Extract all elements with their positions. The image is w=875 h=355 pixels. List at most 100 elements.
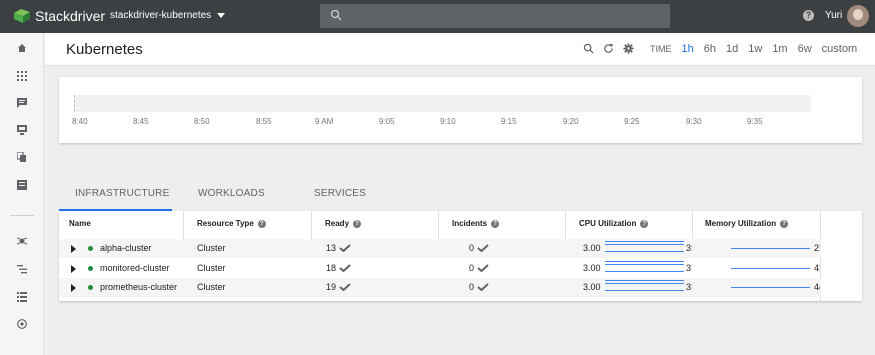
- chevron-down-icon: [217, 12, 226, 18]
- incidents-count: 0: [469, 263, 475, 273]
- help-icon[interactable]: ?: [491, 219, 500, 228]
- resource-type: Cluster: [197, 282, 226, 292]
- user-name[interactable]: Yuri: [825, 10, 842, 21]
- help-icon[interactable]: ?: [353, 219, 362, 228]
- settings-icon[interactable]: [14, 317, 30, 331]
- gear-icon[interactable]: [623, 43, 634, 54]
- avatar[interactable]: [847, 5, 869, 27]
- column-header-name[interactable]: Name: [69, 219, 91, 228]
- sidebar-divider: [10, 215, 34, 216]
- column-divider: [311, 211, 312, 239]
- timeline-tick: 9:25: [624, 117, 640, 126]
- time-range-1m[interactable]: 1m: [772, 43, 787, 55]
- logs-icon[interactable]: [14, 96, 30, 110]
- help-icon[interactable]: ?: [803, 10, 814, 21]
- memory-percent: 4!: [814, 263, 820, 273]
- cpu-sparkline: [605, 290, 684, 291]
- memory-percent: 2!: [814, 243, 820, 253]
- sidebar: [0, 33, 44, 355]
- cluster-name[interactable]: prometheus-cluster: [100, 282, 177, 292]
- timeline-tick: 8:55: [256, 117, 272, 126]
- time-range-1h[interactable]: 1h: [682, 43, 694, 55]
- expand-icon[interactable]: [71, 284, 76, 292]
- timeline-tick: 8:50: [194, 117, 210, 126]
- time-range-1d[interactable]: 1d: [726, 43, 738, 55]
- timeline-tick: 8:45: [133, 117, 149, 126]
- page-title: Kubernetes: [66, 41, 143, 58]
- resource-type: Cluster: [197, 243, 226, 253]
- column-header-label: Incidents: [452, 219, 488, 228]
- cpu-value: 3.00: [583, 282, 601, 292]
- time-range-custom[interactable]: custom: [822, 43, 857, 55]
- ready-count: 13: [326, 243, 337, 253]
- timeline-band[interactable]: [74, 95, 811, 112]
- timeline-start-marker: [74, 95, 75, 112]
- cpu-sparkline: [605, 280, 684, 284]
- timeline-tick: 9:30: [686, 117, 702, 126]
- copy-icon[interactable]: [14, 150, 30, 164]
- time-range-6h[interactable]: 6h: [704, 43, 716, 55]
- column-header-ready[interactable]: Ready?: [325, 219, 362, 228]
- column-header-cpu[interactable]: CPU Utilization?: [579, 219, 649, 228]
- cluster-name[interactable]: monitored-cluster: [100, 263, 170, 273]
- expand-icon[interactable]: [71, 245, 76, 253]
- tab-bar: INFRASTRUCTURE WORKLOADS SERVICES: [59, 181, 862, 211]
- check-icon: [339, 244, 351, 252]
- column-header-label: CPU Utilization: [579, 219, 637, 228]
- column-header-label: Memory Utilization: [705, 219, 777, 228]
- incidents-count: 0: [469, 282, 475, 292]
- search-icon[interactable]: [583, 43, 594, 54]
- time-range-1w[interactable]: 1w: [748, 43, 762, 55]
- dashboards-icon[interactable]: [14, 69, 30, 83]
- check-icon: [339, 283, 351, 291]
- timeline-tick: 9:10: [440, 117, 456, 126]
- ready-count: 18: [326, 263, 337, 273]
- column-header-label: Ready: [325, 219, 350, 228]
- monitoring-icon[interactable]: [14, 123, 30, 137]
- ready-count: 19: [326, 282, 337, 292]
- top-bar: Stackdriver stackdriver-kubernetes ? Yur…: [0, 0, 875, 33]
- memory-sparkline: [731, 287, 810, 288]
- time-label: TIME: [650, 44, 672, 54]
- home-icon[interactable]: [14, 41, 30, 55]
- column-header-incidents[interactable]: Incidents?: [452, 219, 500, 228]
- time-range-selector: TIME 1h 6h 1d 1w 1m 6w custom: [650, 43, 857, 55]
- time-range-6w[interactable]: 6w: [798, 43, 812, 55]
- stackdriver-logo-icon[interactable]: [12, 7, 32, 25]
- check-icon: [339, 264, 351, 272]
- search-input[interactable]: [320, 4, 670, 28]
- trace-icon[interactable]: [14, 262, 30, 276]
- check-icon: [477, 264, 489, 272]
- tab-services[interactable]: SERVICES: [314, 188, 366, 199]
- tab-workloads[interactable]: WORKLOADS: [198, 188, 265, 199]
- table-row[interactable]: monitored-cluster Cluster 18 0 3.00 3! 4…: [59, 259, 821, 278]
- tab-infrastructure[interactable]: INFRASTRUCTURE: [75, 188, 169, 199]
- project-selector[interactable]: stackdriver-kubernetes: [110, 10, 226, 21]
- column-divider: [183, 211, 184, 239]
- debug-icon[interactable]: [14, 234, 30, 248]
- brand-name[interactable]: Stackdriver: [35, 8, 105, 24]
- check-icon: [477, 244, 489, 252]
- cpu-percent: 3!: [686, 243, 692, 253]
- list-icon[interactable]: [14, 290, 30, 304]
- column-header-resource-type[interactable]: Resource Type?: [197, 219, 266, 228]
- project-name: stackdriver-kubernetes: [110, 10, 212, 21]
- expand-icon[interactable]: [71, 265, 76, 273]
- status-ok-icon: [88, 246, 93, 251]
- reports-icon[interactable]: [14, 178, 30, 192]
- help-icon[interactable]: ?: [257, 219, 266, 228]
- incidents-count: 0: [469, 243, 475, 253]
- help-icon[interactable]: ?: [640, 219, 649, 228]
- table-row[interactable]: alpha-cluster Cluster 13 0 3.00 3! 2!: [59, 239, 821, 258]
- column-header-memory[interactable]: Memory Utilization?: [705, 219, 789, 228]
- resource-type: Cluster: [197, 263, 226, 273]
- memory-sparkline: [731, 248, 810, 249]
- cpu-sparkline: [605, 271, 684, 272]
- table-row[interactable]: prometheus-cluster Cluster 19 0 3.00 3! …: [59, 278, 821, 297]
- cpu-value: 3.00: [583, 263, 601, 273]
- help-icon[interactable]: ?: [780, 219, 789, 228]
- status-ok-icon: [88, 266, 93, 271]
- cpu-sparkline: [605, 261, 684, 265]
- cluster-name[interactable]: alpha-cluster: [100, 243, 152, 253]
- refresh-icon[interactable]: [603, 43, 614, 54]
